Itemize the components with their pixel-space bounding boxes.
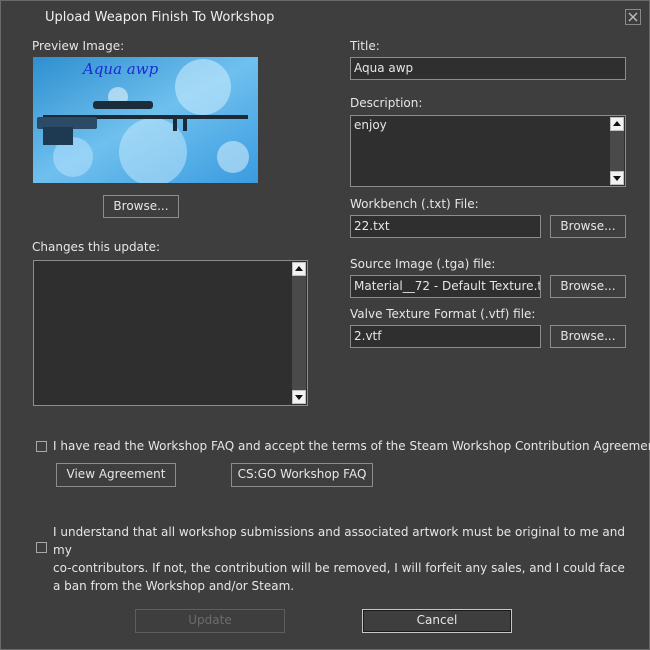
close-icon bbox=[628, 12, 638, 22]
dialog-title: Upload Weapon Finish To Workshop bbox=[45, 10, 275, 25]
workbench-label: Workbench (.txt) File: bbox=[350, 197, 479, 211]
scroll-down-button[interactable] bbox=[610, 171, 624, 185]
arrow-down-icon bbox=[295, 395, 303, 400]
title-label: Title: bbox=[350, 39, 380, 53]
originality-line-2: co-contributors. If not, the contributio… bbox=[53, 561, 625, 575]
originality-line-1: I understand that all workshop submissio… bbox=[53, 525, 625, 557]
preview-browse-button[interactable]: Browse... bbox=[103, 195, 179, 218]
preview-caption: Aqua awp bbox=[83, 60, 159, 78]
vtf-browse-button[interactable]: Browse... bbox=[550, 325, 626, 348]
scroll-down-button[interactable] bbox=[292, 390, 306, 404]
workbench-input[interactable]: 22.txt bbox=[350, 215, 541, 238]
changes-label: Changes this update: bbox=[32, 240, 161, 254]
faq-checkbox[interactable] bbox=[36, 441, 47, 452]
description-value: enjoy bbox=[354, 118, 387, 132]
arrow-down-icon bbox=[613, 176, 621, 181]
preview-image-label: Preview Image: bbox=[32, 39, 125, 53]
vtf-label: Valve Texture Format (.vtf) file: bbox=[350, 307, 536, 321]
title-input[interactable]: Aqua awp bbox=[350, 57, 626, 80]
csgo-workshop-faq-button[interactable]: CS:GO Workshop FAQ bbox=[231, 463, 373, 487]
changes-textarea[interactable] bbox=[33, 260, 308, 406]
scroll-up-button[interactable] bbox=[292, 262, 306, 276]
cancel-button[interactable]: Cancel bbox=[362, 609, 512, 633]
changes-scrollbar[interactable] bbox=[292, 262, 306, 404]
arrow-up-icon bbox=[295, 266, 303, 271]
preview-image: Aqua awp bbox=[33, 57, 258, 183]
originality-checkbox[interactable] bbox=[36, 542, 47, 553]
source-image-input[interactable]: Material__72 - Default Texture.tga bbox=[350, 275, 541, 298]
upload-dialog: Upload Weapon Finish To Workshop Preview… bbox=[0, 0, 650, 650]
close-button[interactable] bbox=[625, 9, 641, 25]
update-button[interactable]: Update bbox=[135, 609, 285, 633]
scroll-up-button[interactable] bbox=[610, 117, 624, 131]
description-scrollbar[interactable] bbox=[610, 117, 624, 185]
source-image-label: Source Image (.tga) file: bbox=[350, 257, 496, 271]
originality-statement: I understand that all workshop submissio… bbox=[53, 523, 643, 595]
vtf-input[interactable]: 2.vtf bbox=[350, 325, 541, 348]
description-label: Description: bbox=[350, 96, 423, 110]
view-agreement-button[interactable]: View Agreement bbox=[56, 463, 176, 487]
workbench-browse-button[interactable]: Browse... bbox=[550, 215, 626, 238]
originality-line-3: a ban from the Workshop and/or Steam. bbox=[53, 579, 295, 593]
source-image-browse-button[interactable]: Browse... bbox=[550, 275, 626, 298]
arrow-up-icon bbox=[613, 121, 621, 126]
faq-checkbox-label: I have read the Workshop FAQ and accept … bbox=[53, 439, 650, 453]
description-textarea[interactable]: enjoy bbox=[350, 115, 626, 187]
